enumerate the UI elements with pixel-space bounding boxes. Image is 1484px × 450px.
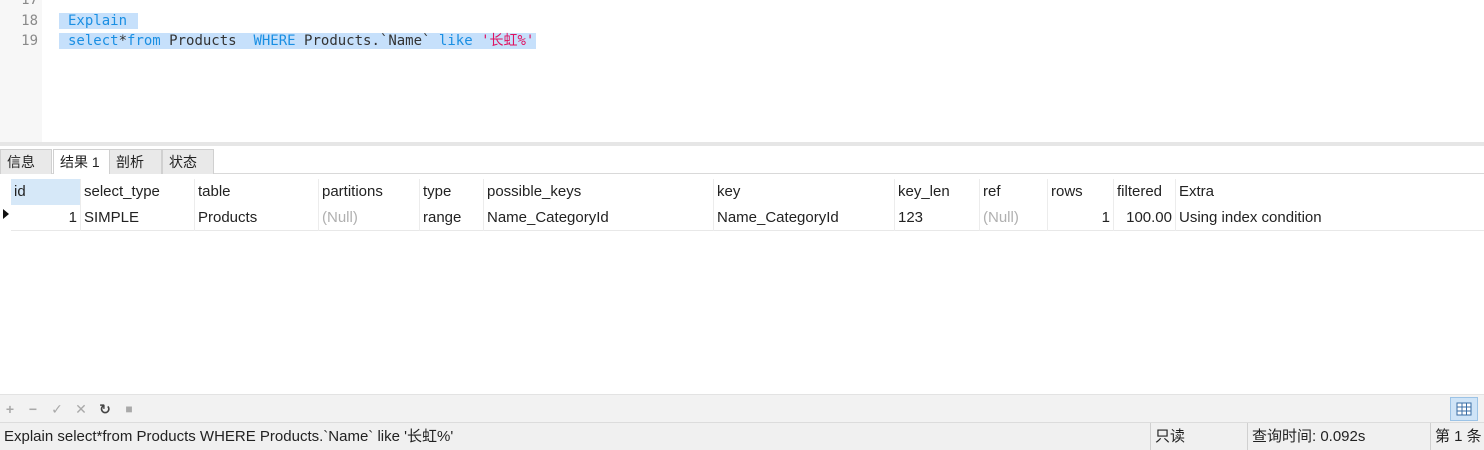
- tab-status[interactable]: 状态: [162, 149, 214, 174]
- line-number: 17: [21, 0, 38, 8]
- sql-editor[interactable]: 17 18 19 Explain select*from Products WH…: [0, 0, 1484, 142]
- grid-toolbar: + − ✓ ✕ ↻ ■: [0, 394, 1484, 422]
- result-grid[interactable]: id select_type table partitions type pos…: [0, 174, 1484, 394]
- tab-info[interactable]: 信息: [0, 149, 52, 174]
- grid-header-row: id select_type table partitions type pos…: [11, 179, 1484, 205]
- table-row[interactable]: 1 SIMPLE Products (Null) range Name_Cate…: [11, 205, 1484, 231]
- cell-possible-keys[interactable]: Name_CategoryId: [484, 205, 714, 231]
- status-query-text: Explain select*from Products WHERE Produ…: [4, 428, 454, 445]
- column-identifier: Products.`Name`: [295, 33, 439, 49]
- cell-key-len[interactable]: 123: [895, 205, 980, 231]
- column-header-type[interactable]: type: [420, 179, 484, 205]
- cell-rows[interactable]: 1: [1048, 205, 1114, 231]
- tab-profile[interactable]: 剖析: [109, 149, 162, 174]
- status-readonly: 只读: [1150, 423, 1247, 450]
- select-keyword: select: [68, 33, 119, 49]
- column-header-select-type[interactable]: select_type: [81, 179, 195, 205]
- result-tabs: 信息 结果 1 剖析 状态: [0, 142, 1484, 175]
- table-identifier: Products: [160, 33, 254, 49]
- column-header-partitions[interactable]: partitions: [319, 179, 420, 205]
- add-record-icon[interactable]: +: [2, 401, 18, 417]
- current-row-indicator-icon: [3, 209, 9, 219]
- cell-type[interactable]: range: [420, 205, 484, 231]
- grid-view-button[interactable]: [1450, 397, 1478, 421]
- status-record-position: 第 1 条: [1430, 423, 1484, 450]
- refresh-icon[interactable]: ↻: [97, 401, 113, 417]
- where-keyword: WHERE: [253, 33, 296, 49]
- column-header-id[interactable]: id: [11, 179, 81, 205]
- cell-key[interactable]: Name_CategoryId: [714, 205, 895, 231]
- stop-icon[interactable]: ■: [121, 401, 137, 417]
- code-line[interactable]: select*from Products WHERE Products.`Nam…: [59, 31, 537, 51]
- status-query-time: 查询时间: 0.092s: [1247, 423, 1430, 450]
- cell-table[interactable]: Products: [195, 205, 319, 231]
- column-header-key-len[interactable]: key_len: [895, 179, 980, 205]
- column-header-rows[interactable]: rows: [1048, 179, 1114, 205]
- star-operator: *: [118, 33, 128, 49]
- column-header-key[interactable]: key: [714, 179, 895, 205]
- column-header-extra[interactable]: Extra: [1176, 179, 1484, 205]
- column-header-possible-keys[interactable]: possible_keys: [484, 179, 714, 205]
- status-bar: Explain select*from Products WHERE Produ…: [0, 422, 1484, 450]
- line-number: 18: [21, 13, 38, 29]
- line-number: 19: [21, 33, 38, 49]
- tab-result-1[interactable]: 结果 1: [53, 149, 111, 175]
- cell-select-type[interactable]: SIMPLE: [81, 205, 195, 231]
- line-number-gutter: 17 18 19: [0, 0, 42, 142]
- explain-keyword: Explain: [68, 13, 128, 29]
- cell-partitions[interactable]: (Null): [319, 205, 420, 231]
- discard-changes-icon[interactable]: ✕: [73, 401, 89, 417]
- grid-view-icon: [1456, 402, 1472, 416]
- code-line[interactable]: Explain: [59, 11, 139, 31]
- apply-changes-icon[interactable]: ✓: [49, 401, 65, 417]
- column-header-filtered[interactable]: filtered: [1114, 179, 1176, 205]
- cell-filtered[interactable]: 100.00: [1114, 205, 1176, 231]
- delete-record-icon[interactable]: −: [25, 401, 41, 417]
- like-keyword: like: [438, 33, 473, 49]
- column-header-ref[interactable]: ref: [980, 179, 1048, 205]
- column-header-table[interactable]: table: [195, 179, 319, 205]
- from-keyword: from: [127, 33, 161, 49]
- string-literal: '长虹%': [481, 33, 535, 49]
- cell-extra[interactable]: Using index condition: [1176, 205, 1484, 231]
- cell-id[interactable]: 1: [11, 205, 81, 231]
- cell-ref[interactable]: (Null): [980, 205, 1048, 231]
